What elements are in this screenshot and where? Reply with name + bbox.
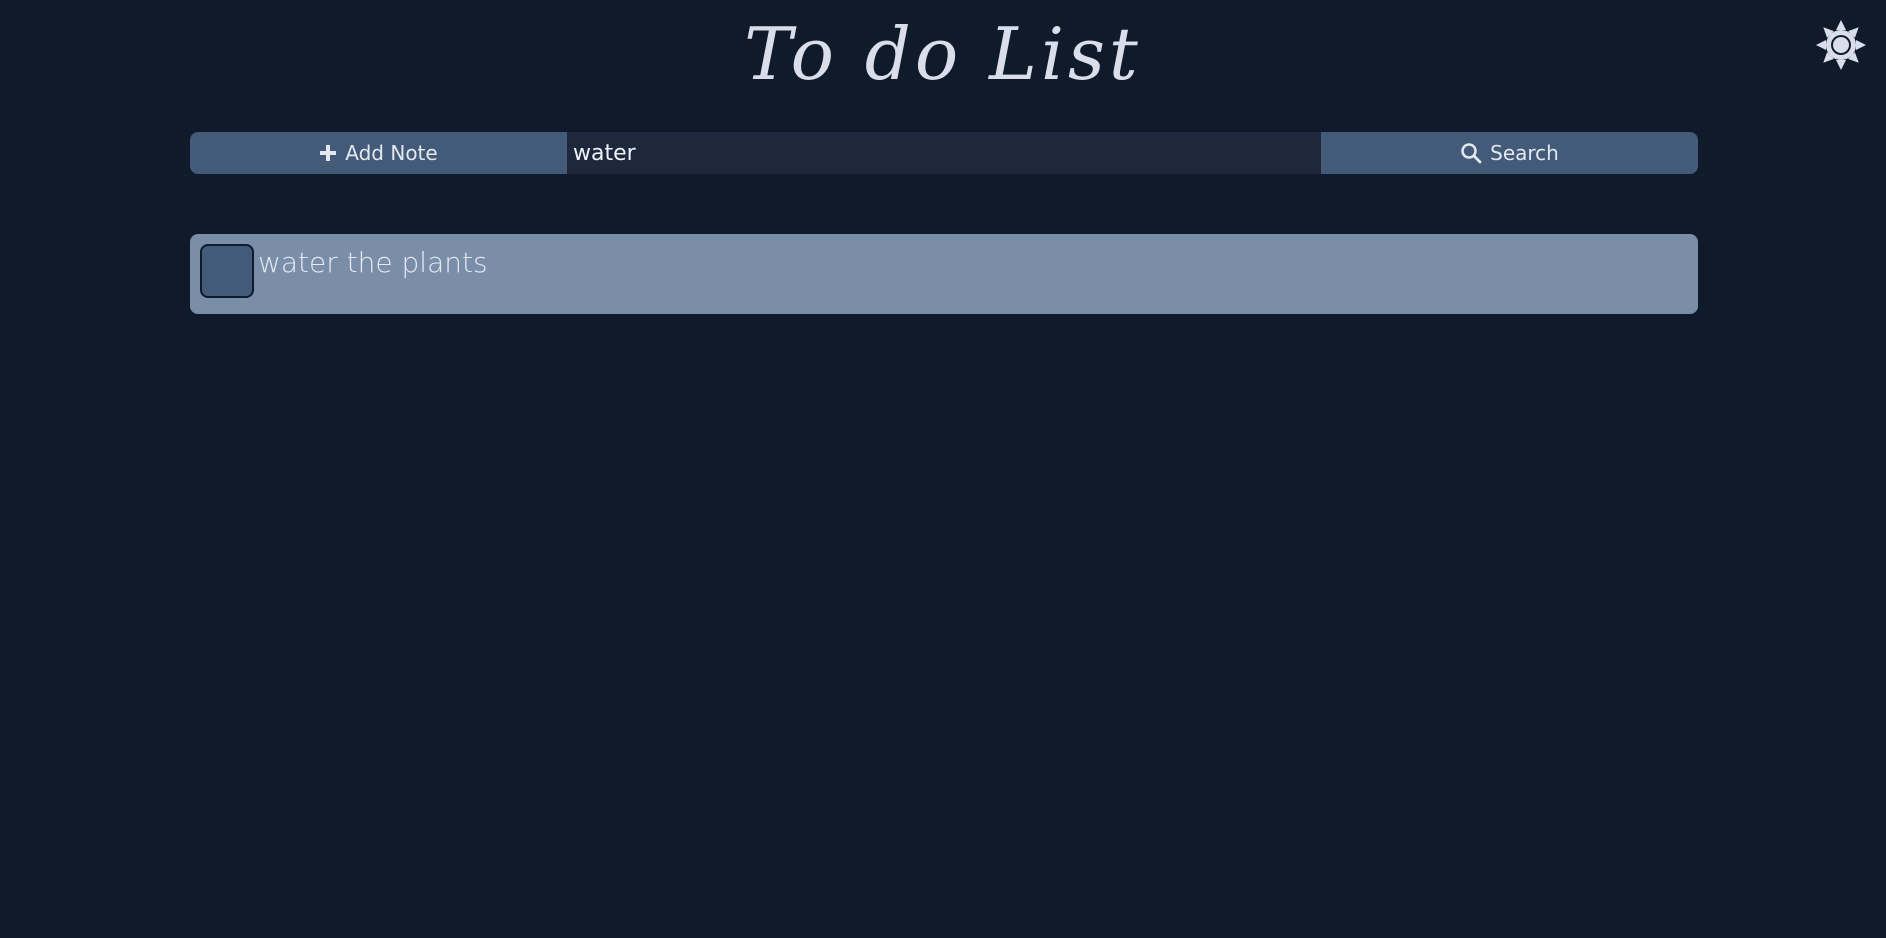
search-input[interactable] [567, 132, 1321, 174]
note-text[interactable]: water the plants [258, 246, 488, 279]
note-checkbox[interactable] [200, 244, 254, 298]
add-note-label: Add Note [345, 141, 438, 165]
page-title: To do List [744, 12, 1142, 96]
search-icon [1461, 143, 1482, 164]
list-item: water the plants [190, 234, 1698, 314]
notes-list: water the plants [190, 234, 1698, 314]
sun-icon [1816, 20, 1866, 70]
toolbar: Add Note Search [190, 132, 1698, 174]
todo-app: To do List Add Note water Search water t… [0, 0, 1886, 938]
add-note-button[interactable]: Add Note [190, 132, 567, 174]
search-button[interactable]: Search [1321, 132, 1698, 174]
theme-toggle-button[interactable] [1814, 18, 1868, 72]
plus-icon [320, 145, 337, 161]
search-label: Search [1490, 141, 1559, 165]
